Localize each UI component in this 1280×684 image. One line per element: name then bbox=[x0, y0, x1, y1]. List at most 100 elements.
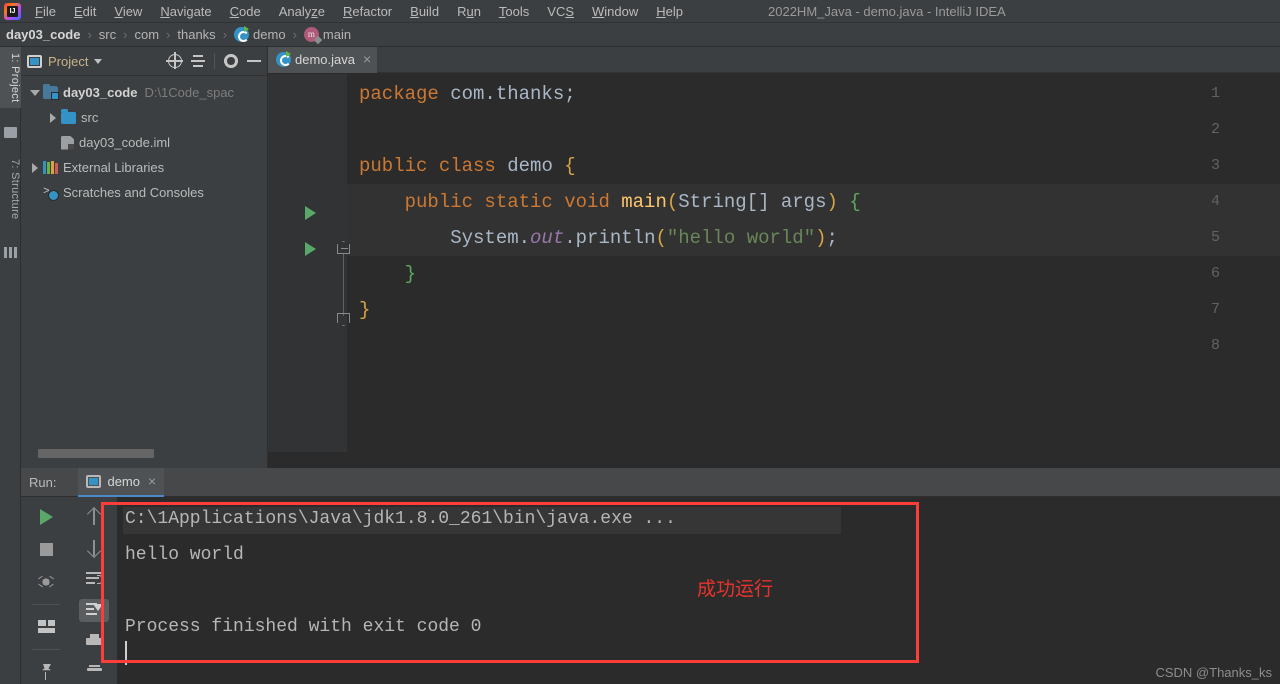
code-token: { bbox=[564, 155, 576, 177]
tree-expander[interactable] bbox=[45, 112, 61, 123]
run-tab-demo[interactable]: demo × bbox=[78, 467, 165, 497]
intellij-idea-window: IJ File Edit View Navigate Code Analyze Refact… bbox=[0, 0, 1280, 684]
sidebar-item-project-label: 1: Project bbox=[9, 53, 21, 103]
code-token: main bbox=[621, 191, 667, 213]
list-item[interactable]: day03_code.iml bbox=[21, 130, 267, 155]
line-number: 2 bbox=[1210, 121, 1220, 138]
menu-item-window[interactable]: Window bbox=[583, 2, 647, 21]
minimize-icon[interactable] bbox=[247, 60, 261, 62]
run-config-icon bbox=[86, 474, 102, 488]
code-token: ( bbox=[666, 191, 679, 213]
run-tool-window-header: Run: demo × bbox=[21, 467, 1280, 497]
list-item-label: Scratches and Consoles bbox=[63, 185, 204, 200]
window-title: 2022HM_Java - demo.java - IntelliJ IDEA bbox=[768, 3, 1006, 19]
toolbar-divider bbox=[32, 648, 60, 650]
menu-item-edit[interactable]: Edit bbox=[65, 2, 105, 21]
menu-item-run[interactable]: Run bbox=[448, 2, 490, 21]
list-item-label: day03_code bbox=[63, 85, 138, 100]
menu-item-build[interactable]: Build bbox=[401, 2, 448, 21]
menu-item-navigate[interactable]: Navigate bbox=[151, 2, 220, 21]
project-panel-title: Project bbox=[48, 53, 89, 69]
gutter-run-icon[interactable] bbox=[305, 242, 316, 256]
class-icon bbox=[234, 26, 250, 42]
code-line[interactable]: } bbox=[359, 256, 416, 292]
chevron-right-icon bbox=[50, 112, 56, 123]
list-item[interactable]: External Libraries bbox=[21, 155, 267, 180]
sidebar-item-project[interactable]: 1: Project bbox=[0, 47, 21, 109]
watermark: CSDN @Thanks_ks bbox=[1155, 665, 1272, 680]
code-token: public class bbox=[359, 155, 508, 177]
breadcrumb-item-label: thanks bbox=[177, 27, 216, 42]
scroll-to-end-button[interactable] bbox=[79, 598, 109, 622]
sidebar-item-structure[interactable]: 7: Structure bbox=[0, 153, 21, 225]
menu-item-vcs[interactable]: VCS bbox=[538, 2, 583, 21]
breadcrumb-item-day03-code[interactable]: day03_code bbox=[6, 27, 80, 42]
collapse-all-icon[interactable] bbox=[191, 54, 205, 68]
editor-tab-demo-java[interactable]: demo.java × bbox=[268, 47, 378, 73]
list-item-label: day03_code.iml bbox=[79, 135, 171, 150]
prev-occurrence-button[interactable] bbox=[79, 505, 109, 528]
soft-wrap-button[interactable] bbox=[79, 567, 109, 590]
breadcrumb-item-main[interactable]: m main bbox=[303, 27, 351, 42]
locate-target-icon[interactable] bbox=[166, 52, 183, 69]
print-button[interactable] bbox=[79, 630, 109, 653]
breadcrumb-separator: › bbox=[87, 27, 92, 42]
editor-code[interactable]: package com.thanks; public class demo { p… bbox=[347, 74, 1280, 468]
chevron-down-icon[interactable] bbox=[94, 58, 103, 64]
breadcrumb-separator: › bbox=[292, 27, 297, 42]
menu-item-tools[interactable]: Tools bbox=[490, 2, 538, 21]
menu-item-file[interactable]: File bbox=[26, 2, 65, 21]
menu-item-help[interactable]: Help bbox=[647, 2, 692, 21]
code-token: String[] args bbox=[678, 191, 827, 213]
code-token: ) bbox=[826, 191, 838, 213]
menu-item-view[interactable]: View bbox=[105, 2, 151, 21]
pin-tab-button[interactable] bbox=[31, 660, 61, 684]
code-token: public static void bbox=[359, 191, 622, 213]
list-item-path: D:\1Code_spac bbox=[144, 85, 235, 100]
breadcrumb-item-com[interactable]: com bbox=[134, 27, 159, 42]
toolbar-divider bbox=[32, 603, 60, 605]
project-panel-hscrollbar-track[interactable] bbox=[21, 449, 268, 463]
project-panel-hscrollbar-thumb[interactable] bbox=[38, 449, 154, 458]
tree-expander[interactable] bbox=[27, 89, 43, 96]
rerun-button[interactable] bbox=[31, 505, 61, 529]
breadcrumb-item-label: src bbox=[98, 27, 117, 42]
next-occurrence-button[interactable] bbox=[79, 536, 109, 559]
code-token: .println bbox=[564, 227, 656, 249]
breadcrumb-item-thanks[interactable]: thanks bbox=[177, 27, 215, 42]
iml-file-icon bbox=[61, 135, 74, 150]
list-item[interactable]: src bbox=[21, 105, 267, 130]
menu-item-refactor[interactable]: Refactor bbox=[334, 2, 401, 21]
module-icon bbox=[43, 83, 59, 100]
menu-item-analyze[interactable]: Analyze bbox=[270, 2, 334, 21]
gear-icon[interactable] bbox=[224, 54, 238, 68]
code-line[interactable]: public static void main(String[] args) { bbox=[359, 184, 861, 220]
editor-gutter[interactable] bbox=[268, 74, 347, 468]
project-tree: day03_code D:\1Code_spacsrc day03_code.iml… bbox=[21, 76, 267, 205]
code-line[interactable]: System.out.println("hello world"); bbox=[359, 220, 838, 256]
breadcrumb-item-src[interactable]: src bbox=[99, 27, 116, 42]
stop-button[interactable] bbox=[31, 537, 61, 561]
code-line[interactable]: public class demo { bbox=[359, 148, 576, 184]
stop-icon bbox=[39, 542, 53, 556]
sidebar-item-structure-label: 7: Structure bbox=[9, 159, 21, 220]
console-view-button[interactable] bbox=[31, 615, 61, 639]
structure-icon bbox=[4, 247, 17, 258]
intellij-logo-icon: IJ bbox=[4, 2, 21, 20]
close-icon[interactable]: × bbox=[148, 474, 156, 488]
menu-item-code[interactable]: Code bbox=[221, 2, 270, 21]
gutter-run-icon[interactable] bbox=[305, 206, 316, 220]
code-line[interactable]: } bbox=[359, 292, 370, 328]
editor-bottom-filler bbox=[268, 452, 1280, 468]
code-token: "hello world" bbox=[666, 227, 816, 249]
clear-all-button[interactable] bbox=[79, 661, 109, 684]
scratches-icon: >_ bbox=[43, 186, 59, 201]
debug-button[interactable] bbox=[31, 569, 61, 593]
breadcrumb-item-demo[interactable]: demo bbox=[234, 26, 286, 42]
tree-expander[interactable] bbox=[27, 162, 43, 173]
code-line[interactable]: package com.thanks; bbox=[359, 76, 576, 112]
list-item[interactable]: day03_code D:\1Code_spac bbox=[21, 80, 267, 105]
list-item[interactable]: >_ Scratches and Consoles bbox=[21, 180, 267, 205]
close-icon[interactable]: × bbox=[363, 52, 371, 66]
